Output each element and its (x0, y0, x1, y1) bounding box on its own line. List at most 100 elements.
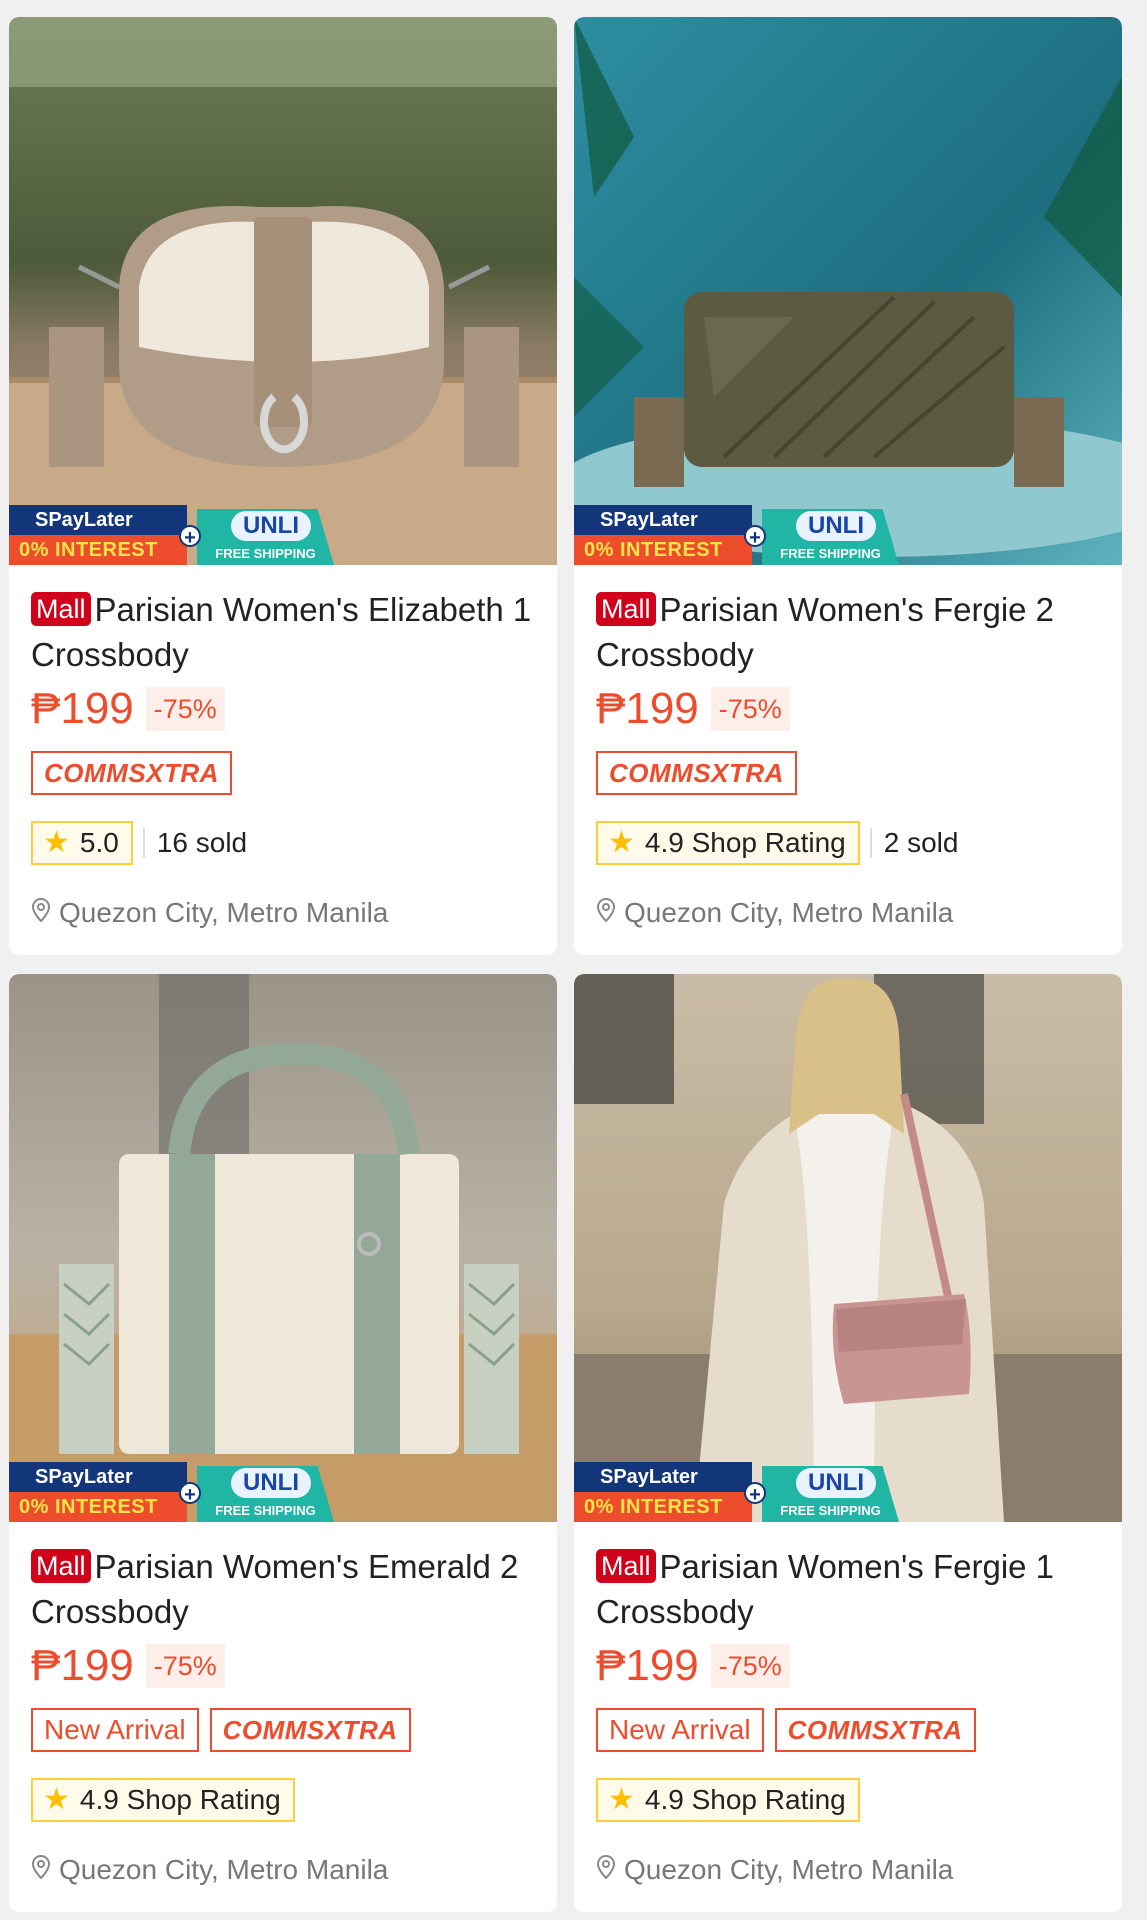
location: Quezon City, Metro Manila (596, 1854, 953, 1886)
interest-label: 0% INTEREST (9, 1492, 187, 1522)
commsxtra-tag: COMMSXTRA (774, 1708, 976, 1752)
product-info: Mall Parisian Women's Elizabeth 1 Crossbo… (9, 565, 557, 955)
discount-badge: -75% (145, 1644, 225, 1688)
spaylater-label: SPayLater (9, 505, 187, 535)
product-title[interactable]: Mall Parisian Women's Elizabeth 1 Crossbo… (31, 587, 533, 677)
star-icon: ★ (43, 1783, 70, 1816)
free-shipping-label: FREE SHIPPING (780, 546, 881, 561)
rating-row: ★ 4.9 Shop Rating 2 sold (596, 821, 1098, 865)
spaylater-label: SPayLater (9, 1462, 187, 1492)
star-icon: ★ (608, 1783, 635, 1816)
free-shipping-label: FREE SHIPPING (780, 1503, 881, 1518)
unli-label: UNLI (796, 511, 876, 541)
product-title[interactable]: Mall Parisian Women's Fergie 2 Crossbody (596, 587, 1098, 677)
product-image[interactable]: SPayLater 0% INTEREST + UNLI FREE SHIPPI… (9, 974, 557, 1522)
spaylater-label: SPayLater (574, 505, 752, 535)
commsxtra-label: COMMSXTRA (787, 1715, 963, 1745)
commsxtra-label: COMMSXTRA (609, 758, 784, 788)
commsxtra-tag: COMMSXTRA (31, 751, 232, 795)
commsxtra-tag: COMMSXTRA (596, 751, 797, 795)
interest-label: 0% INTEREST (574, 1492, 752, 1522)
tag-row: COMMSXTRA (31, 751, 533, 795)
tag-row: New Arrival COMMSXTRA (31, 1708, 533, 1752)
free-shipping-label: FREE SHIPPING (215, 546, 316, 561)
product-card[interactable]: SPayLater 0% INTEREST + UNLI FREE SHIPPI… (9, 17, 557, 955)
tag-row: COMMSXTRA (596, 751, 1098, 795)
plus-icon: + (744, 1482, 766, 1506)
rating-value: 4.9 Shop Rating (79, 1784, 281, 1815)
price-row: ₱199 -75% (31, 1638, 533, 1694)
discount-badge: -75% (145, 687, 225, 731)
commsxtra-tag: COMMSXTRA (209, 1708, 411, 1752)
location: Quezon City, Metro Manila (31, 1854, 388, 1886)
mall-badge: Mall (31, 1549, 91, 1583)
location-pin-icon (31, 897, 51, 929)
new-arrival-tag: New Arrival (31, 1708, 199, 1752)
location-text: Quezon City, Metro Manila (59, 1854, 389, 1885)
product-grid: SPayLater 0% INTEREST + UNLI FREE SHIPPI… (9, 17, 1122, 1912)
product-title-text: Parisian Women's Fergie 1 Crossbody (596, 1548, 1055, 1630)
product-image[interactable]: SPayLater 0% INTEREST + UNLI FREE SHIPPI… (574, 974, 1122, 1522)
interest-label: 0% INTEREST (574, 535, 752, 565)
star-icon: ★ (43, 826, 70, 859)
location-pin-icon (31, 1854, 51, 1886)
unli-label: UNLI (796, 1468, 876, 1498)
rating-row: ★ 4.9 Shop Rating (596, 1778, 1098, 1822)
promo-badge: SPayLater 0% INTEREST + UNLI FREE SHIPPI… (9, 505, 334, 565)
sold-count: 16 sold (156, 827, 248, 858)
rating-badge: ★ 4.9 Shop Rating (596, 1778, 860, 1822)
divider (142, 828, 145, 858)
mall-badge: Mall (596, 1549, 656, 1583)
tag-row: New Arrival COMMSXTRA (596, 1708, 1098, 1752)
commsxtra-label: COMMSXTRA (44, 758, 219, 788)
price-row: ₱199 -75% (596, 681, 1098, 737)
product-card[interactable]: SPayLater 0% INTEREST + UNLI FREE SHIPPI… (574, 974, 1122, 1912)
promo-badge: SPayLater 0% INTEREST + UNLI FREE SHIPPI… (9, 1462, 334, 1522)
rating-value: 5.0 (79, 827, 119, 858)
plus-icon: + (744, 525, 766, 549)
product-price: ₱199 (596, 1641, 699, 1690)
plus-icon: + (179, 525, 201, 549)
price-row: ₱199 -75% (31, 681, 533, 737)
promo-badge: SPayLater 0% INTEREST + UNLI FREE SHIPPI… (574, 1462, 899, 1522)
rating-badge: ★ 4.9 Shop Rating (596, 821, 860, 865)
rating-value: 4.9 Shop Rating (644, 1784, 846, 1815)
product-price: ₱199 (596, 684, 699, 733)
commsxtra-label: COMMSXTRA (222, 1715, 398, 1745)
unli-label: UNLI (231, 511, 311, 541)
unli-label: UNLI (231, 1468, 311, 1498)
promo-badge: SPayLater 0% INTEREST + UNLI FREE SHIPPI… (574, 505, 899, 565)
spaylater-label: SPayLater (574, 1462, 752, 1492)
location-text: Quezon City, Metro Manila (624, 1854, 954, 1885)
location: Quezon City, Metro Manila (31, 897, 388, 929)
product-card[interactable]: SPayLater 0% INTEREST + UNLI FREE SHIPPI… (574, 17, 1122, 955)
product-info: Mall Parisian Women's Emerald 2 Crossbody… (9, 1522, 557, 1912)
product-info: Mall Parisian Women's Fergie 2 Crossbody … (574, 565, 1122, 955)
location: Quezon City, Metro Manila (596, 897, 953, 929)
rating-row: ★ 4.9 Shop Rating (31, 1778, 533, 1822)
product-title-text: Parisian Women's Elizabeth 1 Crossbody (31, 591, 532, 673)
product-title[interactable]: Mall Parisian Women's Fergie 1 Crossbody (596, 1544, 1098, 1634)
star-icon: ★ (608, 826, 635, 859)
product-price: ₱199 (31, 684, 134, 733)
rating-badge: ★ 5.0 (31, 821, 133, 865)
product-image[interactable]: SPayLater 0% INTEREST + UNLI FREE SHIPPI… (9, 17, 557, 565)
free-shipping-label: FREE SHIPPING (215, 1503, 316, 1518)
mall-badge: Mall (596, 592, 656, 626)
sold-count: 2 sold (883, 827, 959, 858)
rating-value: 4.9 Shop Rating (644, 827, 846, 858)
product-card[interactable]: SPayLater 0% INTEREST + UNLI FREE SHIPPI… (9, 974, 557, 1912)
interest-label: 0% INTEREST (9, 535, 187, 565)
product-title-text: Parisian Women's Emerald 2 Crossbody (31, 1548, 519, 1630)
discount-badge: -75% (710, 1644, 790, 1688)
location-pin-icon (596, 1854, 616, 1886)
mall-badge: Mall (31, 592, 91, 626)
product-title[interactable]: Mall Parisian Women's Emerald 2 Crossbody (31, 1544, 533, 1634)
rating-badge: ★ 4.9 Shop Rating (31, 1778, 295, 1822)
divider (869, 828, 872, 858)
rating-row: ★ 5.0 16 sold (31, 821, 533, 865)
price-row: ₱199 -75% (596, 1638, 1098, 1694)
discount-badge: -75% (710, 687, 790, 731)
location-text: Quezon City, Metro Manila (624, 897, 954, 928)
product-image[interactable]: SPayLater 0% INTEREST + UNLI FREE SHIPPI… (574, 17, 1122, 565)
